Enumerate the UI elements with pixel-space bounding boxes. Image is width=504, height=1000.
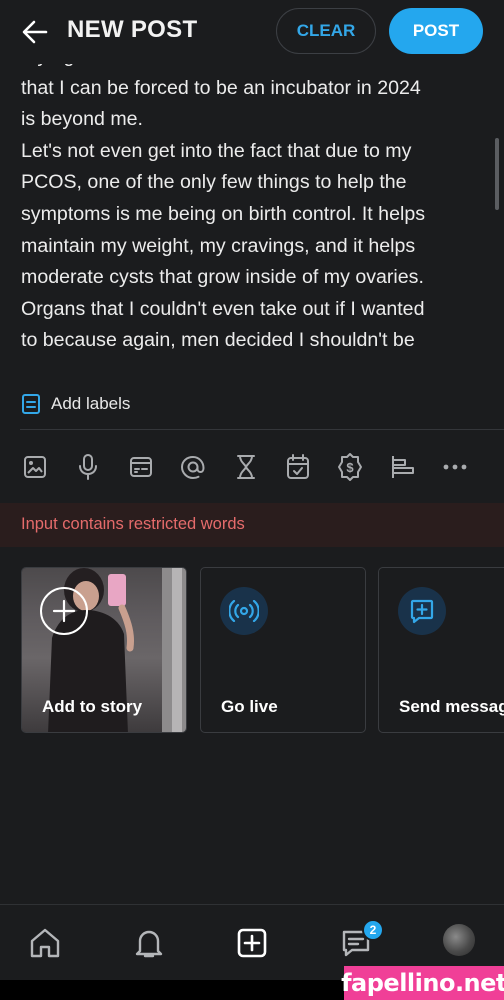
more-icon: [443, 464, 467, 470]
page-title: NEW POST: [67, 16, 198, 43]
add-labels-button[interactable]: Add labels: [21, 390, 130, 418]
post-button[interactable]: POST: [389, 8, 483, 54]
go-live-icon-bg: [220, 587, 268, 635]
nav-home[interactable]: [25, 923, 65, 963]
microphone-icon: [79, 454, 97, 480]
add-labels-label: Add labels: [51, 394, 131, 413]
add-story-button[interactable]: [40, 587, 88, 635]
post-text: my rights as a human to decide that. The…: [21, 56, 426, 352]
profile-avatar[interactable]: [443, 924, 475, 956]
gif-button[interactable]: [126, 450, 156, 484]
more-options-button[interactable]: [440, 450, 470, 484]
price-button[interactable]: $: [335, 450, 365, 484]
bell-icon: [135, 930, 163, 958]
message-plus-icon: [410, 599, 434, 624]
add-to-story-card[interactable]: Add to story: [21, 567, 187, 733]
plus-icon: [52, 599, 76, 623]
poll-calendar-icon: [287, 454, 309, 479]
label-icon: [22, 394, 40, 414]
mention-button[interactable]: [178, 450, 208, 484]
mention-icon: [180, 455, 205, 480]
go-live-card[interactable]: Go live: [200, 567, 366, 733]
composer-toolbar: $: [20, 450, 480, 484]
send-message-label: Send message: [399, 697, 504, 716]
watermark: fapellino.net: [341, 966, 504, 1000]
add-to-story-label: Add to story: [42, 697, 143, 716]
image-icon: [24, 456, 46, 478]
expiration-button[interactable]: [231, 450, 261, 484]
divider: [20, 429, 504, 430]
send-message-icon-bg: [398, 587, 446, 635]
hourglass-icon: [237, 455, 255, 479]
add-square-icon: [237, 928, 267, 958]
arrow-left-icon: [22, 20, 48, 44]
image-button[interactable]: [20, 450, 50, 484]
paid-badge-icon: $: [338, 453, 362, 481]
poll-button[interactable]: [388, 450, 418, 484]
gif-icon: [130, 457, 152, 477]
voice-button[interactable]: [73, 450, 103, 484]
back-button[interactable]: [18, 16, 52, 48]
broadcast-icon: [229, 600, 259, 622]
editor-scrollbar[interactable]: [495, 138, 499, 210]
home-icon: [30, 928, 60, 958]
nav-notifications[interactable]: [129, 923, 169, 963]
restricted-words-warning: Input contains restricted words: [0, 503, 504, 547]
go-live-label: Go live: [221, 697, 278, 716]
send-message-card[interactable]: Send message: [378, 567, 504, 733]
svg-text:$: $: [346, 460, 354, 475]
warning-text: Input contains restricted words: [21, 515, 245, 533]
messages-badge: 2: [362, 919, 384, 941]
schedule-button[interactable]: [283, 450, 313, 484]
clear-button[interactable]: CLEAR: [276, 8, 376, 54]
top-app-bar: NEW POST CLEAR POST: [0, 0, 504, 64]
nav-new-post[interactable]: [232, 923, 272, 963]
bar-chart-icon: [392, 456, 414, 478]
post-text-area[interactable]: my rights as a human to decide that. The…: [0, 56, 504, 352]
